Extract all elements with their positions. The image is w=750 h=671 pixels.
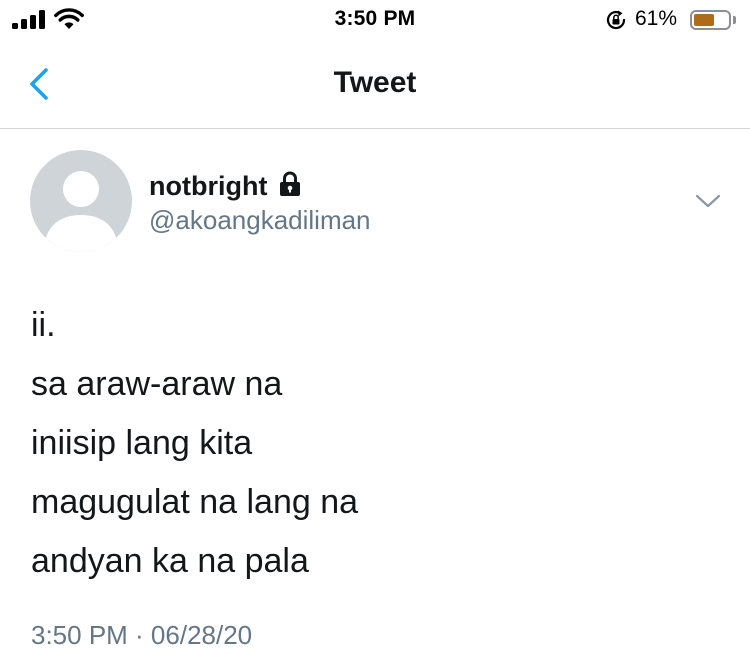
avatar[interactable] [30,150,132,252]
battery-icon [690,10,731,30]
battery-tip [733,16,736,24]
battery-percentage: 61% [635,7,678,30]
nav-bar: Tweet [0,40,750,129]
user-handle[interactable]: @akoangkadiliman [149,205,371,236]
status-bar: 3:50 PM 61% [0,0,750,40]
tweet-line: sa araw-araw na [31,365,283,403]
display-name[interactable]: notbright [149,171,267,202]
page-title: Tweet [333,66,417,99]
battery-level-fill [694,14,714,26]
tweet-line: iniisip lang kita [31,424,253,462]
author-row: notbright [149,168,303,204]
tweet-line: ii. [31,306,56,344]
rotation-lock-icon [606,10,626,30]
lock-icon [280,171,301,196]
tweet-timestamp: 3:50 PM · 06/28/20 [31,620,253,650]
tweet-menu-button[interactable] [694,192,722,210]
tweet-line: magugulat na lang na [31,483,359,521]
default-profile-icon [44,171,118,252]
tweet-line: andyan ka na pala [31,542,309,580]
chevron-down-icon [695,194,721,208]
tweet-text: ii. sa araw-araw na iniisip lang kita ma… [31,296,721,591]
